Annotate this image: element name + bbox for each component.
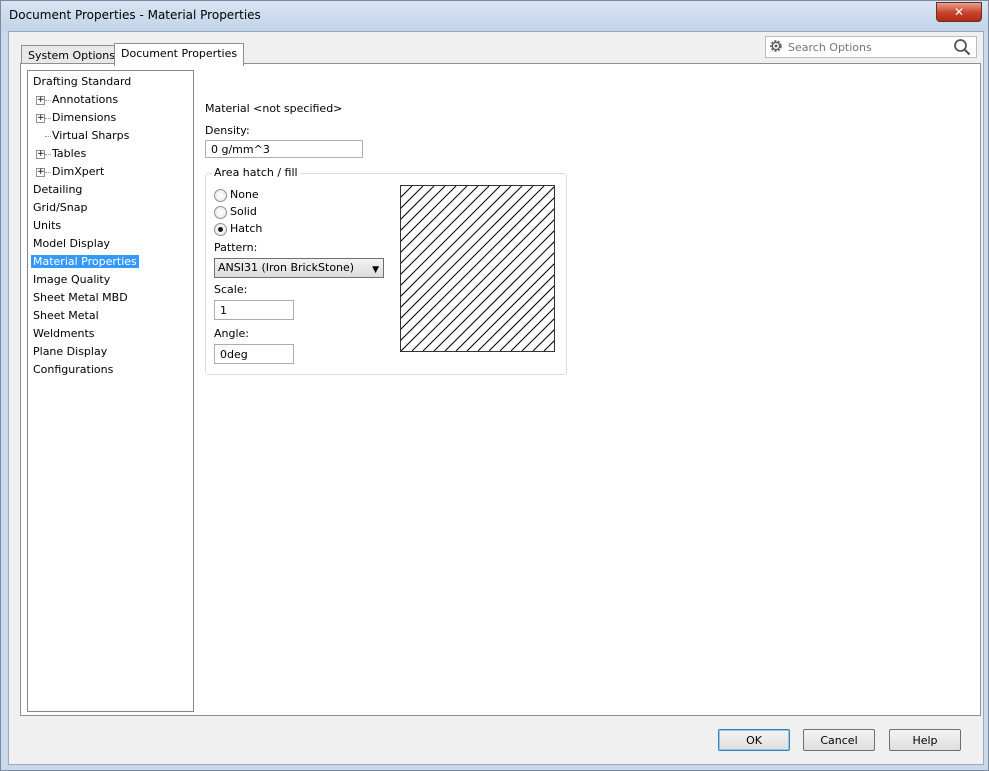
- tree-item-label: Weldments: [33, 327, 95, 340]
- density-field[interactable]: 0 g/mm^3: [205, 140, 363, 158]
- tree-item-sheet-metal-mbd[interactable]: Sheet Metal MBD: [33, 289, 128, 306]
- expand-icon[interactable]: +: [36, 114, 45, 123]
- tree-item-grid-snap[interactable]: Grid/Snap: [33, 199, 87, 216]
- tree-item-drafting-standard[interactable]: Drafting Standard: [33, 73, 131, 90]
- close-button[interactable]: ✕: [936, 2, 982, 22]
- tree-item-virtual-sharps[interactable]: Virtual Sharps: [52, 127, 129, 144]
- tree-item-label: Virtual Sharps: [52, 129, 130, 142]
- search-input[interactable]: [786, 39, 955, 55]
- tree-item-configurations[interactable]: Configurations: [33, 361, 113, 378]
- angle-label: Angle:: [214, 327, 250, 340]
- tree-item-detailing[interactable]: Detailing: [33, 181, 82, 198]
- cancel-button[interactable]: Cancel: [803, 729, 875, 751]
- expand-icon[interactable]: +: [36, 150, 45, 159]
- radio-solid[interactable]: [214, 206, 227, 219]
- tree-item-sheet-metal[interactable]: Sheet Metal: [33, 307, 99, 324]
- tree-item-annotations[interactable]: Annotations: [52, 91, 118, 108]
- options-tree[interactable]: Drafting Standard + Annotations + Dimens…: [27, 70, 194, 712]
- tree-item-label: Tables: [52, 147, 87, 160]
- radio-solid-label[interactable]: Solid: [230, 205, 257, 218]
- material-header: Material <not specified>: [205, 102, 343, 115]
- angle-field[interactable]: 0deg: [214, 344, 294, 364]
- tab-panel: Drafting Standard + Annotations + Dimens…: [20, 63, 981, 716]
- radio-hatch-label[interactable]: Hatch: [230, 222, 262, 235]
- expand-icon[interactable]: +: [36, 168, 45, 177]
- tree-item-label: Drafting Standard: [33, 75, 132, 88]
- help-button[interactable]: Help: [889, 729, 961, 751]
- density-label: Density:: [205, 124, 250, 137]
- tree-item-model-display[interactable]: Model Display: [33, 235, 110, 252]
- pattern-value: ANSI31 (Iron BrickStone): [218, 261, 355, 274]
- tree-item-label: DimXpert: [52, 165, 105, 178]
- hatch-line: [510, 307, 554, 351]
- tree-connector: [45, 100, 51, 101]
- title-bar: Document Properties - Material Propertie…: [1, 1, 988, 31]
- scale-label: Scale:: [214, 283, 248, 296]
- expand-icon[interactable]: +: [36, 96, 45, 105]
- tab-document-properties[interactable]: Document Properties: [114, 43, 245, 66]
- tree-item-weldments[interactable]: Weldments: [33, 325, 95, 342]
- hatch-line: [488, 285, 554, 351]
- tree-item-label: Annotations: [52, 93, 119, 106]
- tree-connector: [45, 136, 51, 137]
- radio-none-label[interactable]: None: [230, 188, 259, 201]
- area-hatch-group: Area hatch / fill None Solid Hatch Patte…: [205, 166, 567, 375]
- tree-item-dimxpert[interactable]: DimXpert: [52, 163, 104, 180]
- tree-item-dimensions[interactable]: Dimensions: [52, 109, 116, 126]
- hatch-line: [401, 186, 468, 253]
- close-icon: ✕: [953, 5, 965, 19]
- chevron-down-icon: ▼: [372, 265, 379, 275]
- scale-field[interactable]: 1: [214, 300, 294, 320]
- window-title: Document Properties - Material Propertie…: [9, 8, 261, 22]
- hatch-preview: [400, 185, 555, 352]
- tree-item-plane-display[interactable]: Plane Display: [33, 343, 107, 360]
- gear-icon[interactable]: [768, 38, 784, 57]
- tree-item-label: Image Quality: [33, 273, 111, 286]
- tree-item-units[interactable]: Units: [33, 217, 61, 234]
- tree-item-label: Model Display: [33, 237, 111, 250]
- tree-item-label: Sheet Metal: [33, 309, 99, 322]
- group-title: Area hatch / fill: [212, 166, 300, 179]
- tree-item-label: Sheet Metal MBD: [33, 291, 128, 304]
- tab-label: Document Properties: [121, 47, 238, 60]
- tree-item-label: Material Properties: [31, 255, 139, 268]
- tree-item-label: Configurations: [33, 363, 114, 376]
- tree-item-label: Dimensions: [52, 111, 117, 124]
- tree-connector: [45, 118, 51, 119]
- tree-item-label: Grid/Snap: [33, 201, 88, 214]
- tree-connector: [45, 172, 51, 173]
- search-box: [765, 36, 977, 58]
- search-icon[interactable]: [953, 38, 971, 59]
- tab-label: System Options: [28, 49, 115, 62]
- hatch-line: [401, 197, 554, 351]
- tree-item-image-quality[interactable]: Image Quality: [33, 271, 110, 288]
- dialog-window: Document Properties - Material Propertie…: [0, 0, 989, 771]
- tree-connector: [45, 154, 51, 155]
- tree-item-tables[interactable]: Tables: [52, 145, 86, 162]
- tree-item-material-properties[interactable]: Material Properties: [31, 253, 139, 270]
- ok-button[interactable]: OK: [718, 729, 790, 751]
- radio-none[interactable]: [214, 189, 227, 202]
- pattern-label: Pattern:: [214, 241, 258, 254]
- hatch-line: [401, 186, 554, 341]
- pattern-dropdown[interactable]: ANSI31 (Iron BrickStone) ▼: [214, 258, 384, 278]
- radio-hatch[interactable]: [214, 223, 227, 236]
- dialog-body: System Options Document Properties Searc…: [8, 31, 984, 765]
- hatch-line: [401, 186, 446, 231]
- tree-item-label: Units: [33, 219, 62, 232]
- tree-item-label: Detailing: [33, 183, 83, 196]
- tree-item-label: Plane Display: [33, 345, 108, 358]
